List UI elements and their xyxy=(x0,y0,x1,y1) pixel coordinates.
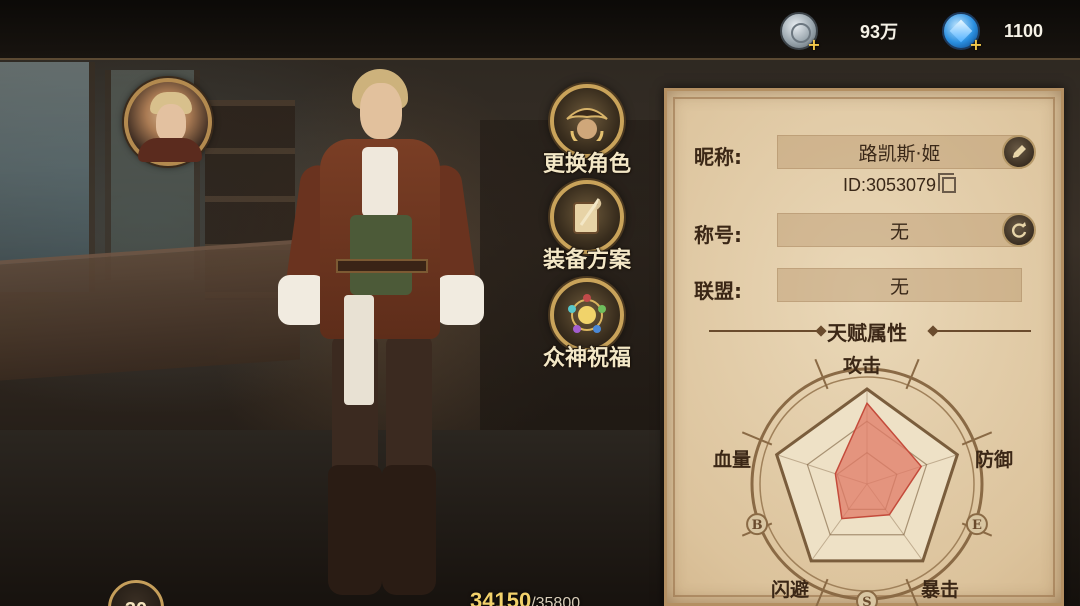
avatar-coat xyxy=(138,138,202,162)
title-field: 无 xyxy=(777,213,1022,247)
section-divider xyxy=(933,330,1031,332)
character-head xyxy=(360,83,402,139)
refresh-icon xyxy=(1012,222,1027,238)
talent-radar: E S B 攻击 防御 暴击 闪避 血量 xyxy=(667,339,1067,606)
title-label: 称号: xyxy=(694,223,742,247)
gods-blessing-label: 众神祝福 xyxy=(542,346,631,371)
character-model xyxy=(270,65,485,606)
character-belt xyxy=(336,259,428,273)
profile-panel: 昵称: 路凯斯·姬 ID:3053079 称号: 无 联盟: 无 天赋属性 ES… xyxy=(664,88,1064,606)
character-cuff xyxy=(278,275,326,325)
radar-chart: E S B xyxy=(741,358,993,606)
player-avatar[interactable] xyxy=(124,78,212,166)
equipment-plan-label: 装备方案 xyxy=(542,248,631,273)
character-shirt xyxy=(362,147,398,217)
change-role-label: 更换角色 xyxy=(542,152,631,177)
edit-nickname-button[interactable] xyxy=(1002,135,1036,169)
nickname-value: 路凯斯·姬 xyxy=(858,142,941,165)
diamond-amount: 1100 xyxy=(1004,20,1044,41)
level-value: 30 xyxy=(125,599,147,606)
attr-crit: 暴击 xyxy=(921,579,960,601)
character-cuff xyxy=(436,275,484,325)
copy-icon[interactable] xyxy=(938,173,957,193)
silver-currency[interactable]: + 93万 xyxy=(780,10,899,53)
attr-attack: 攻击 xyxy=(843,355,882,377)
compass-spike xyxy=(741,431,773,446)
character-vest xyxy=(350,215,412,295)
switch-title-button[interactable] xyxy=(1002,213,1036,247)
power-current: 34150 xyxy=(470,588,532,606)
alliance-field: 无 xyxy=(777,268,1022,302)
compass-marker-letter: B xyxy=(752,518,763,533)
attr-dodge: 闪避 xyxy=(771,579,810,601)
pencil-icon xyxy=(1012,145,1026,158)
avatar-face xyxy=(156,104,186,142)
nickname-label: 昵称: xyxy=(694,145,742,169)
compass-spike xyxy=(814,358,829,390)
attr-health: 血量 xyxy=(713,449,752,471)
desk xyxy=(0,239,300,381)
compass-spike xyxy=(905,358,920,390)
attr-defense: 防御 xyxy=(975,449,1014,471)
title-value: 无 xyxy=(889,220,909,243)
diamond-icon: + xyxy=(942,12,983,53)
silver-amount: 93万 xyxy=(860,22,899,42)
power-display: 34150/35800 xyxy=(470,588,580,606)
add-diamond-icon[interactable]: + xyxy=(968,37,984,53)
player-id: ID:3053079 xyxy=(777,173,1022,196)
top-bar: + 93万 + 1100 xyxy=(0,0,1080,60)
compass-marker-letter: E xyxy=(972,518,982,533)
alliance-value: 无 xyxy=(889,275,909,298)
add-silver-icon[interactable]: + xyxy=(806,37,822,53)
character-sash xyxy=(344,295,374,405)
character-boot xyxy=(328,465,382,595)
compass-spike xyxy=(961,431,993,446)
compass-marker-letter: S xyxy=(862,595,871,606)
gods-blessing-button[interactable]: 众神祝福 xyxy=(532,278,642,372)
power-max: /35800 xyxy=(531,595,581,606)
diamond-currency[interactable]: + 1100 xyxy=(942,10,1044,53)
silver-coin-icon: + xyxy=(780,12,821,53)
alliance-label: 联盟: xyxy=(694,279,742,303)
player-id-text: ID:3053079 xyxy=(842,175,937,195)
character-boot xyxy=(382,465,436,595)
change-role-button[interactable]: 更换角色 xyxy=(532,84,642,178)
nickname-field: 路凯斯·姬 xyxy=(777,135,1022,169)
equipment-plan-button[interactable]: 装备方案 xyxy=(532,180,642,274)
